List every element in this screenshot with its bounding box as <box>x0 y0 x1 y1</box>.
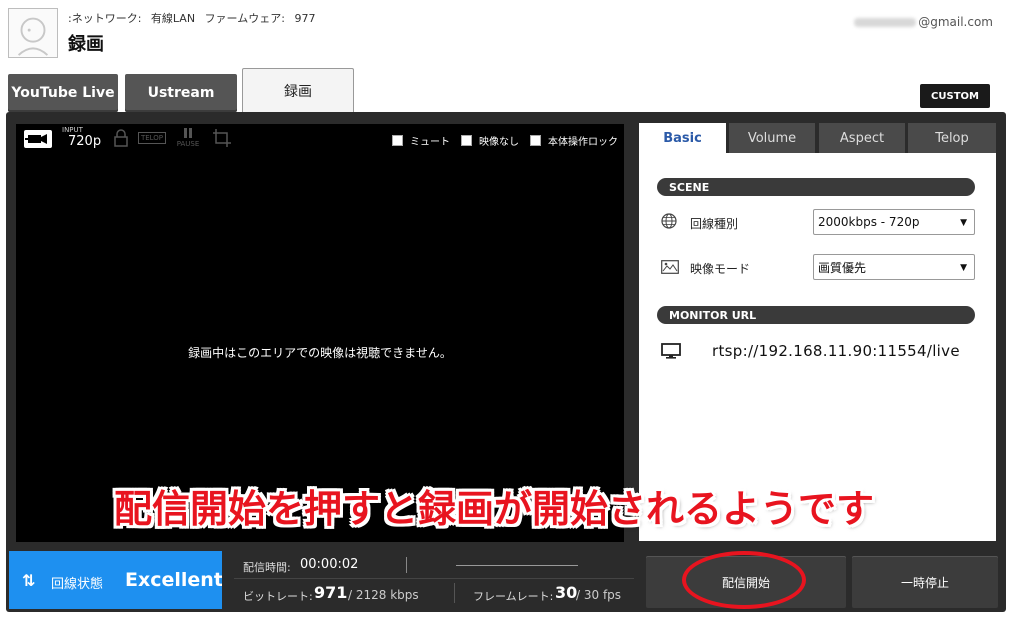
annotation-caption: 配信開始を押すと録画が開始されるようです <box>114 487 875 531</box>
tab-basic[interactable]: Basic <box>639 123 726 154</box>
connection-status: ⇅ 回線状態 Excellent <box>9 551 223 609</box>
connection-status-value: Excellent <box>125 569 223 591</box>
no-video-label: 映像なし <box>479 137 519 148</box>
mode-tab-record[interactable]: 録画 <box>242 68 354 112</box>
mode-tab-ustream[interactable]: Ustream <box>125 74 237 112</box>
email-redacted <box>854 18 917 27</box>
crop-icon[interactable] <box>212 128 232 150</box>
device-lock-label: 本体操作ロック <box>548 137 618 148</box>
stat-separator <box>234 578 634 579</box>
framerate-total: / 30 fps <box>576 588 622 602</box>
tab-aspect[interactable]: Aspect <box>819 123 905 153</box>
input-label: INPUT <box>62 126 83 134</box>
line-type-label: 回線種別 <box>690 217 739 231</box>
monitor-icon <box>661 343 681 359</box>
framerate-value: 30 <box>555 583 578 602</box>
network-label: :ネットワーク: <box>68 12 142 25</box>
mute-checkbox-box[interactable] <box>392 135 403 146</box>
email-domain: @gmail.com <box>918 15 993 29</box>
connection-status-label: 回線状態 <box>51 577 104 592</box>
stat-line <box>456 565 578 566</box>
mute-label: ミュート <box>410 137 450 148</box>
network-value: 有線LAN <box>150 12 196 25</box>
pause-icon[interactable]: PAUSE <box>174 128 202 148</box>
video-message: 録画中はこのエリアでの映像は視聴できません。 <box>188 346 452 360</box>
device-lock-checkbox[interactable]: 本体操作ロック <box>530 133 618 148</box>
device-avatar-icon <box>17 17 49 56</box>
start-stream-button[interactable]: 配信開始 <box>646 556 846 608</box>
video-mode-value: 画質優先 <box>818 260 867 275</box>
custom-badge: CUSTOM <box>920 84 990 108</box>
no-video-checkbox[interactable]: 映像なし <box>461 133 519 148</box>
stream-time-value: 00:00:02 <box>300 557 359 572</box>
telop-icon[interactable]: TELOP <box>138 132 166 144</box>
monitor-url[interactable]: rtsp://192.168.11.90:11554/live <box>712 342 960 360</box>
stat-vertical-separator <box>454 583 455 603</box>
device-meta: :ネットワーク: 有線LAN ファームウェア: 977 <box>68 10 321 26</box>
pause-label: PAUSE <box>176 140 200 148</box>
video-mode-label: 映像モード <box>690 262 751 276</box>
bitrate-value: 971 <box>314 583 348 602</box>
device-avatar <box>8 8 58 58</box>
video-mode-select[interactable]: 画質優先 ▼ <box>813 254 975 280</box>
bitrate-total: / 2128 kbps <box>348 588 419 602</box>
pause-button[interactable]: 一時停止 <box>852 556 998 608</box>
image-icon <box>661 259 679 275</box>
input-resolution: 720p <box>68 134 102 149</box>
chevron-down-icon: ▼ <box>960 263 967 273</box>
globe-icon <box>661 213 677 229</box>
device-lock-checkbox-box[interactable] <box>530 135 541 146</box>
bitrate-label: ビットレート: <box>243 590 313 603</box>
account-email[interactable]: @gmail.com <box>854 15 993 29</box>
page-title: 録画 <box>68 34 104 55</box>
video-toolbar: INPUT 720p TELOP PAUSE ミュート 映像なし 本体操作ロック <box>16 124 624 154</box>
firmware-value: 977 <box>294 12 316 25</box>
firmware-label: ファームウェア: <box>204 12 285 25</box>
line-type-select[interactable]: 2000kbps - 720p ▼ <box>813 209 975 235</box>
mode-tab-youtube-live[interactable]: YouTube Live <box>8 74 118 112</box>
scene-section-header: SCENE <box>657 178 975 196</box>
framerate-label: フレームレート: <box>473 590 554 603</box>
tab-telop[interactable]: Telop <box>908 123 996 153</box>
mute-checkbox[interactable]: ミュート <box>392 133 450 148</box>
camera-icon <box>24 130 52 148</box>
stat-divider <box>406 557 407 573</box>
no-video-checkbox-box[interactable] <box>461 135 472 146</box>
arrows-updown-icon: ⇅ <box>22 571 36 590</box>
chevron-down-icon: ▼ <box>960 218 967 228</box>
stream-stats: 配信時間: 00:00:02 ビットレート: 971 / 2128 kbps フ… <box>222 551 639 609</box>
tab-volume[interactable]: Volume <box>729 123 815 153</box>
stream-time-label: 配信時間: <box>243 561 291 574</box>
lock-icon[interactable] <box>112 128 130 150</box>
line-type-value: 2000kbps - 720p <box>818 215 920 229</box>
monitor-url-section-header: MONITOR URL <box>657 306 975 324</box>
